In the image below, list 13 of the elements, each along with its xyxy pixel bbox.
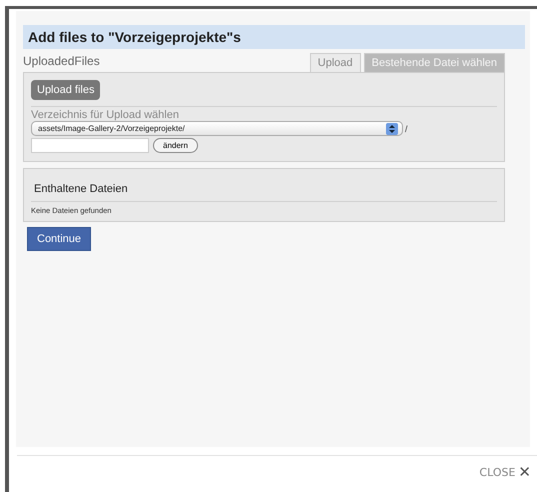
upload-files-button[interactable]: Upload files <box>31 80 100 100</box>
close-button[interactable]: CLOSE ✕ <box>479 463 531 481</box>
stepper-icon <box>386 122 398 134</box>
change-button[interactable]: ändern <box>153 138 198 153</box>
folder-label: Verzeichnis für Upload wählen <box>31 109 180 121</box>
tab[interactable]: Upload <box>310 53 361 72</box>
field-label: UploadedFiles <box>23 54 100 70</box>
folder-select[interactable]: assets/Image-Gallery-2/Vorzeigeprojekte/ <box>31 121 403 136</box>
files-heading: Enthaltene Dateien <box>33 183 129 195</box>
folder-name-field[interactable] <box>31 138 149 153</box>
dialog-title: Add files to "Vorzeigeprojekte"s <box>23 25 525 49</box>
path-separator: / <box>405 124 408 134</box>
continue-button[interactable]: Continue <box>27 227 92 251</box>
